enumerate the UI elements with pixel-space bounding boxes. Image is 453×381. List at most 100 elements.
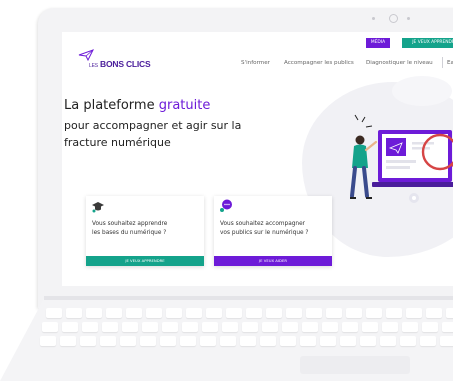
keyboard-key xyxy=(206,308,222,318)
keyboard-key xyxy=(82,322,98,332)
keyboard-key xyxy=(362,322,378,332)
keyboard-key xyxy=(222,322,238,332)
keyboard-key xyxy=(162,322,178,332)
keyboard-key xyxy=(320,336,336,346)
keyboard-key xyxy=(346,308,362,318)
logo-name: BONS CLICS xyxy=(100,59,151,69)
keyboard-key xyxy=(262,322,278,332)
keyboard-key xyxy=(302,322,318,332)
keyboard-key xyxy=(300,336,316,346)
keyboard-key xyxy=(202,322,218,332)
laptop-screen: MÉDIA JE VEUX APPRENDRE LES BONS CLICS S… xyxy=(62,32,453,286)
keyboard-key xyxy=(400,336,416,346)
keyboard-key xyxy=(86,308,102,318)
site-logo[interactable]: LES BONS CLICS xyxy=(78,49,151,71)
keyboard xyxy=(40,304,453,359)
send-tile-icon xyxy=(386,138,406,156)
keyboard-key xyxy=(246,308,262,318)
nav-more[interactable]: Ea xyxy=(447,60,453,66)
keyboard-key xyxy=(326,308,342,318)
webcam-lens xyxy=(389,14,398,23)
keyboard-key xyxy=(446,308,453,318)
help-card-line2: vos publics sur le numérique ? xyxy=(220,230,309,236)
keyboard-key xyxy=(442,322,453,332)
keyboard-key xyxy=(60,336,76,346)
keyboard-key xyxy=(342,322,358,332)
keyboard-key xyxy=(340,336,356,346)
learn-card-line2: les bases du numérique ? xyxy=(92,230,167,236)
keyboard-key xyxy=(422,322,438,332)
keyboard-key xyxy=(260,336,276,346)
keyboard-key xyxy=(42,322,58,332)
keyboard-key xyxy=(322,322,338,332)
help-card-line1: Vous souhaitez accompagner xyxy=(220,221,306,227)
hero-subtitle-line1: pour accompagner et agir sur la xyxy=(64,119,242,132)
keyboard-key xyxy=(266,308,282,318)
keyboard-key xyxy=(46,308,62,318)
graduation-cap-icon xyxy=(92,202,104,213)
keyboard-key xyxy=(386,308,402,318)
keyboard-key xyxy=(440,336,453,346)
keyboard-key xyxy=(166,308,182,318)
keyboard-key xyxy=(200,336,216,346)
keyboard-key xyxy=(226,308,242,318)
webcam-dot-left xyxy=(372,17,375,20)
sparkle-icon xyxy=(354,114,373,128)
keyboard-key xyxy=(66,308,82,318)
keyboard-key xyxy=(240,336,256,346)
keyboard-key xyxy=(62,322,78,332)
help-card-text: Vous souhaitez accompagner vos publics s… xyxy=(220,220,308,238)
help-card-button[interactable]: JE VEUX AIDER xyxy=(214,256,332,266)
keyboard-key xyxy=(380,336,396,346)
keyboard-key xyxy=(122,322,138,332)
keyboard-key xyxy=(180,336,196,346)
keyboard-key xyxy=(360,336,376,346)
keyboard-key xyxy=(102,322,118,332)
help-card[interactable]: Vous souhaitez accompagner vos publics s… xyxy=(214,196,332,266)
nav-separator xyxy=(442,57,443,68)
hero-title: La plateforme gratuite xyxy=(64,98,210,113)
hero-illustration xyxy=(350,114,453,203)
keyboard-key xyxy=(182,322,198,332)
hero-title-start: La plateforme xyxy=(64,98,159,113)
keyboard-key xyxy=(382,322,398,332)
keyboard-key xyxy=(280,336,296,346)
nav-diagnostiquer[interactable]: Diagnostiquer le niveau xyxy=(366,60,433,66)
laptop-hinge xyxy=(44,296,453,300)
logo-prefix: LES xyxy=(89,63,98,69)
keyboard-key xyxy=(142,322,158,332)
person-illustration xyxy=(350,135,378,199)
laptop-illustration-base xyxy=(372,182,453,187)
learn-header-button[interactable]: JE VEUX APPRENDRE xyxy=(402,38,453,48)
hero-subtitle-line2: fracture numérique xyxy=(64,136,171,149)
keyboard-key xyxy=(242,322,258,332)
learn-card-text: Vous souhaitez apprendre les bases du nu… xyxy=(92,220,167,238)
nav-informer[interactable]: S'informer xyxy=(241,60,270,66)
keyboard-key xyxy=(120,336,136,346)
keyboard-key xyxy=(160,336,176,346)
keyboard-key xyxy=(286,308,302,318)
webcam-dot-right xyxy=(407,17,410,20)
trackpad xyxy=(300,356,410,374)
learn-card-button[interactable]: JE VEUX APPRENDRE xyxy=(86,256,204,266)
keyboard-key xyxy=(306,308,322,318)
keyboard-key xyxy=(402,322,418,332)
learn-card[interactable]: Vous souhaitez apprendre les bases du nu… xyxy=(86,196,204,266)
keyboard-key xyxy=(146,308,162,318)
keyboard-key xyxy=(106,308,122,318)
laptop-mockup: MÉDIA JE VEUX APPRENDRE LES BONS CLICS S… xyxy=(0,0,453,381)
keyboard-key xyxy=(420,336,436,346)
nav-accompagner[interactable]: Accompagner les publics xyxy=(284,60,354,66)
media-button[interactable]: MÉDIA xyxy=(366,38,390,48)
keyboard-key xyxy=(40,336,56,346)
keyboard-key xyxy=(406,308,422,318)
keyboard-key xyxy=(186,308,202,318)
keyboard-key xyxy=(80,336,96,346)
keyboard-key xyxy=(220,336,236,346)
chat-bubble-icon xyxy=(220,199,232,212)
hero-background-shape-small xyxy=(392,76,452,106)
learn-card-line1: Vous souhaitez apprendre xyxy=(92,221,168,227)
keyboard-key xyxy=(282,322,298,332)
keyboard-key xyxy=(140,336,156,346)
keyboard-key xyxy=(126,308,142,318)
